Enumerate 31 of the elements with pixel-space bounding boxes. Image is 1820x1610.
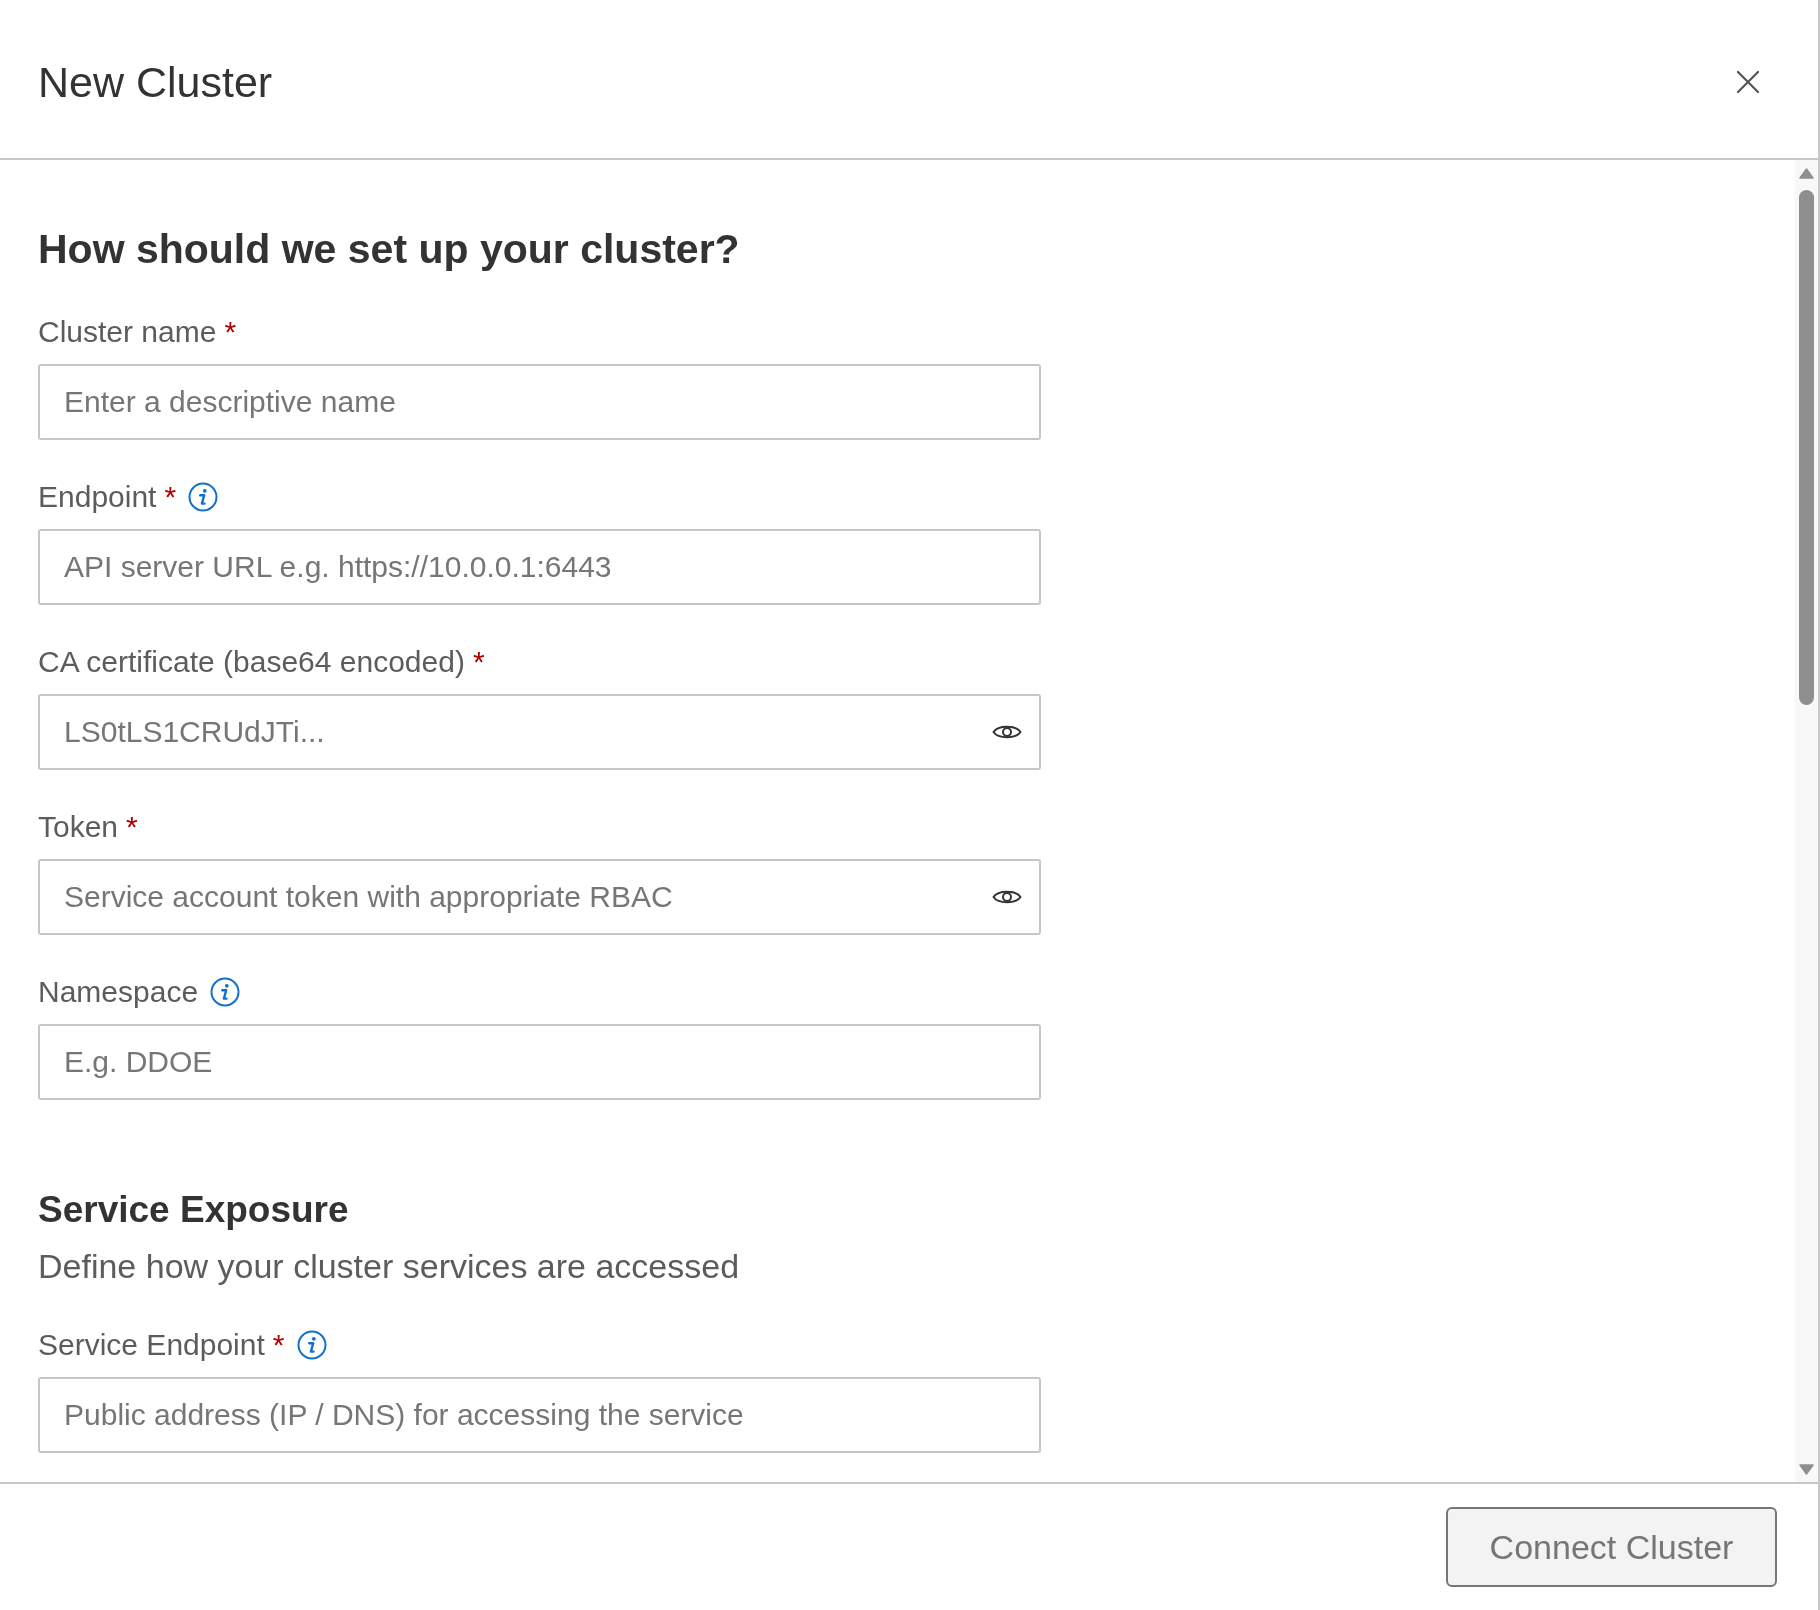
info-icon[interactable]	[188, 482, 219, 512]
input-field[interactable]: Public address (IP / DNS) for accessing the service	[38, 1377, 1041, 1453]
required-mark: *	[472, 644, 485, 680]
scrollbar-thumb[interactable]	[1799, 190, 1814, 705]
close-icon	[1736, 70, 1760, 94]
field-label: CA certificate (base64 encoded)	[38, 644, 465, 680]
field-label: Cluster name	[38, 314, 217, 350]
required-mark: *	[164, 479, 177, 515]
section-description: Define how your cluster services are accessed	[38, 1246, 741, 1287]
eye-icon	[992, 888, 1022, 906]
input-field[interactable]: API server URL e.g. https://10.0.0.1:6443	[38, 529, 1041, 605]
form-heading: How should we set up your cluster?	[38, 225, 741, 274]
dialog-title: New Cluster	[38, 57, 273, 107]
field-label: Endpoint	[38, 479, 157, 515]
scrollbar[interactable]	[1795, 160, 1818, 1482]
scroll-down-icon[interactable]	[1799, 1464, 1814, 1475]
section-heading: Service Exposure	[38, 1188, 350, 1232]
required-mark: *	[224, 314, 237, 350]
field-label: Namespace	[38, 974, 199, 1010]
scroll-up-icon[interactable]	[1799, 168, 1814, 179]
field-label: Token	[38, 809, 119, 845]
input-field[interactable]: Service account token with appropriate RBAC	[38, 859, 1041, 935]
required-mark: *	[272, 1327, 285, 1363]
input-field[interactable]: LS0tLS1CRUdJTi...	[38, 694, 1041, 770]
field-label: Service Endpoint	[38, 1327, 265, 1363]
info-icon[interactable]	[210, 977, 241, 1007]
input-field[interactable]: Enter a descriptive name	[38, 364, 1041, 440]
info-icon[interactable]	[296, 1330, 327, 1360]
required-mark: *	[126, 809, 138, 845]
eye-icon	[992, 723, 1022, 741]
input-field[interactable]: E.g. DDOE	[38, 1024, 1041, 1100]
